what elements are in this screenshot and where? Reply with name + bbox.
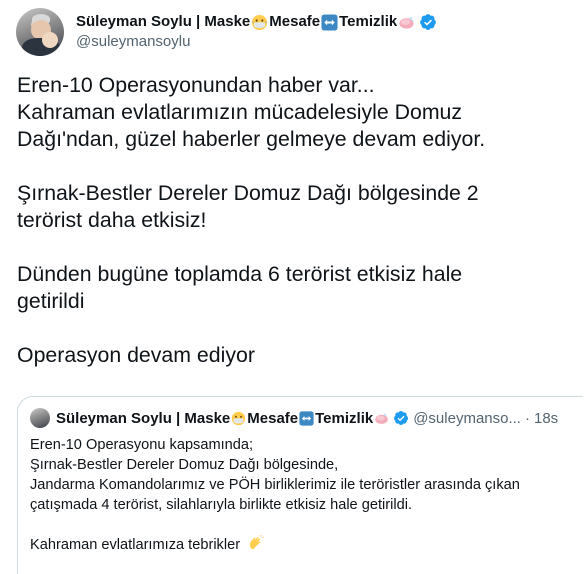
tweet-line: getirildi — [17, 289, 85, 313]
display-name-part-3: Temizlik — [339, 13, 398, 30]
quoted-tweet-text: Eren-10 Operasyonu kapsamında; Şırnak-Be… — [30, 435, 570, 555]
quoted-line: çatışmada 4 terörist, silahlarıyla birli… — [30, 497, 413, 513]
verified-badge-icon — [420, 14, 437, 30]
tweet-line: Şırnak-Bestler Dereler Domuz Dağı bölges… — [17, 181, 479, 205]
left-right-arrow-icon — [299, 410, 314, 426]
quoted-name-part-1: Süleyman Soylu | Maske — [56, 409, 231, 427]
display-name-part-2: Mesafe — [269, 13, 321, 30]
quoted-handle: @suleymanso... — [413, 409, 521, 427]
quoted-line: Şırnak-Bestler Dereler Domuz Dağı bölges… — [30, 457, 339, 473]
tweet-line: terörist daha etkisiz! — [17, 208, 207, 232]
quoted-line: Eren-10 Operasyonu kapsamında; — [30, 437, 254, 453]
tweet-paragraph: Dünden bugüne toplamda 6 terörist etkisi… — [17, 261, 567, 315]
display-name-part-1: Süleyman Soylu | Maske — [76, 13, 251, 30]
tweet-line: Eren-10 Operasyonundan haber var... — [17, 73, 375, 97]
mask-face-icon — [251, 14, 268, 30]
mask-face-icon — [232, 411, 246, 425]
quoted-line: Jandarma Komandolarımız ve PÖH birlikler… — [30, 477, 520, 493]
quoted-timestamp[interactable]: 18s — [534, 410, 558, 427]
avatar[interactable] — [16, 8, 64, 56]
quoted-avatar — [30, 408, 50, 428]
quoted-closing-text: Kahraman evlatlarımıza tebrikler — [30, 537, 241, 553]
soap-icon — [375, 413, 388, 424]
quoted-tweet-header: Süleyman Soylu | Maske Mesafe Temizlik @… — [30, 408, 558, 428]
tweet-line: Dağı'ndan, güzel haberler gelmeye devam … — [17, 127, 486, 151]
tweet-paragraph: Şırnak-Bestler Dereler Domuz Dağı bölges… — [17, 180, 567, 234]
quoted-display-name: Süleyman Soylu | Maske Mesafe Temizlik — [56, 410, 409, 427]
separator-dot: · — [524, 409, 530, 427]
clapping-hands-icon — [250, 534, 264, 550]
tweet-line: Kahraman evlatlarımızın mücadelesiyle Do… — [17, 100, 463, 124]
verified-badge-icon — [394, 411, 409, 425]
tweet-paragraph: Operasyon devam ediyor — [17, 342, 567, 369]
quoted-name-part-2: Mesafe — [247, 409, 299, 427]
quoted-name-part-3: Temizlik — [315, 409, 374, 427]
tweet-header: Süleyman Soylu | Maske Mesafe Temizlik @… — [16, 8, 437, 56]
tweet: Süleyman Soylu | Maske Mesafe Temizlik @… — [0, 0, 584, 574]
tweet-text: Eren-10 Operasyonundan haber var... Kahr… — [17, 72, 567, 369]
author-handle[interactable]: @suleymansoylu — [76, 32, 437, 52]
display-name[interactable]: Süleyman Soylu | Maske Mesafe Temizlik — [76, 12, 437, 32]
tweet-line: Dünden bugüne toplamda 6 terörist etkisi… — [17, 262, 463, 286]
quoted-closing-line: Kahraman evlatlarımıza tebrikler — [30, 534, 570, 555]
tweet-paragraph: Eren-10 Operasyonundan haber var... Kahr… — [17, 72, 567, 153]
tweet-line: Operasyon devam ediyor — [17, 343, 255, 367]
author-info: Süleyman Soylu | Maske Mesafe Temizlik @… — [76, 12, 437, 52]
soap-icon — [399, 16, 414, 29]
quoted-tweet[interactable]: Süleyman Soylu | Maske Mesafe Temizlik @… — [17, 396, 583, 574]
left-right-arrow-icon — [321, 13, 338, 31]
